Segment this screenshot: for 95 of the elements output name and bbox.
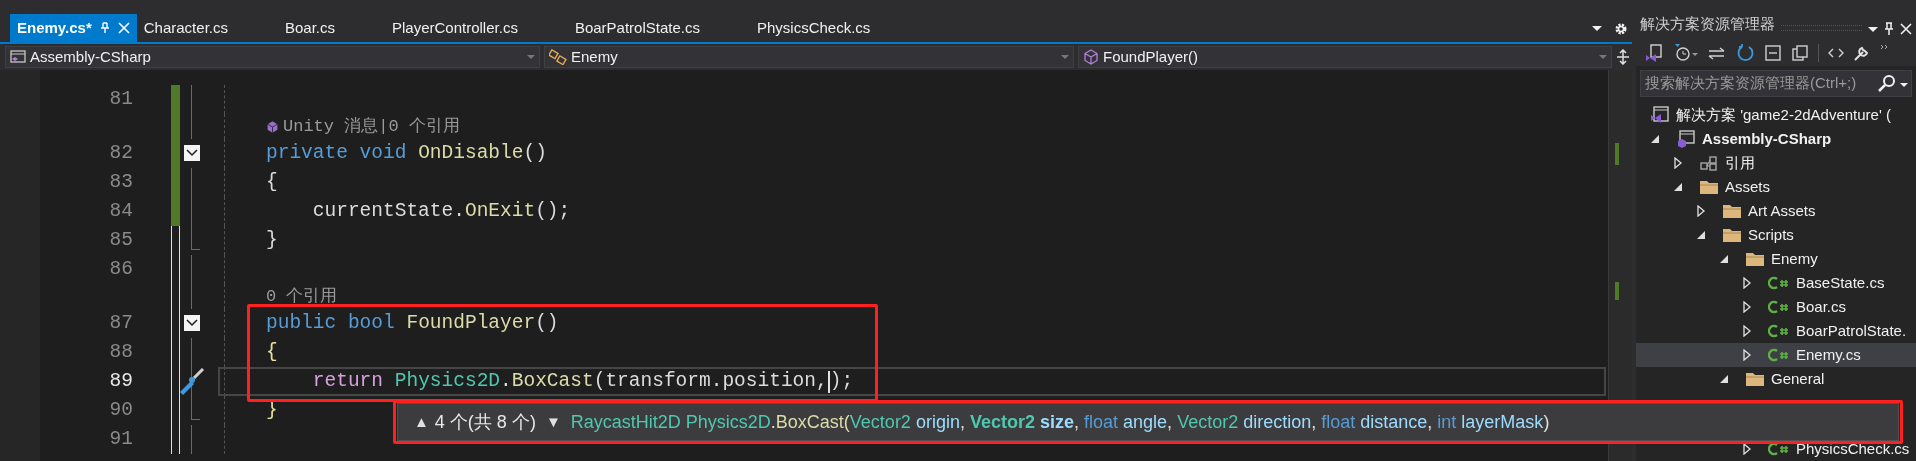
collapse-all-icon[interactable] xyxy=(1764,43,1782,64)
copy-icon[interactable] xyxy=(1791,43,1809,64)
editor-tab[interactable]: PlayerController.cs xyxy=(385,14,568,42)
editor-tab[interactable]: Boar.cs xyxy=(277,14,385,42)
member-name: FoundPlayer() xyxy=(1103,46,1200,67)
dropdown-arrow-icon xyxy=(1061,54,1069,60)
line-number: 84 xyxy=(108,199,133,224)
line-number: 82 xyxy=(108,141,133,166)
codelens-text[interactable]: 0 个引用 xyxy=(266,283,338,310)
line-number: 85 xyxy=(108,228,133,253)
code-line: { xyxy=(266,339,278,365)
folder-icon xyxy=(1745,370,1765,388)
tree-item[interactable]: Enemy.cs xyxy=(1636,343,1916,367)
panel-title: 解决方案资源管理器 xyxy=(1640,14,1775,35)
method-signature: RaycastHit2D Physics2D.BoxCast(Vector2 origin, Vector2 size, float angle, Vector2 direction, float distance, int layerMask) xyxy=(570,410,1550,434)
csharp-file-icon xyxy=(1768,298,1790,316)
collapsed-arrow-icon[interactable] xyxy=(1742,325,1752,337)
history-icon[interactable] xyxy=(1673,43,1699,64)
line-number: 83 xyxy=(108,170,133,195)
code-line: { xyxy=(266,169,278,195)
member-dropdown[interactable]: FoundPlayer() xyxy=(1078,46,1612,68)
project-icon xyxy=(1676,130,1696,148)
tree-item[interactable]: General xyxy=(1636,367,1916,391)
csharp-file-icon xyxy=(1768,322,1790,340)
line-number: 91 xyxy=(108,427,133,452)
pin-icon[interactable] xyxy=(1884,21,1894,36)
project-dropdown[interactable]: Assembly-CSharp xyxy=(5,46,540,68)
tree-item[interactable]: Assets xyxy=(1636,175,1916,199)
class-icon xyxy=(549,49,567,65)
collapsed-arrow-icon[interactable] xyxy=(1742,443,1752,455)
collapsed-arrow-icon[interactable] xyxy=(1673,157,1683,169)
line-number: 90 xyxy=(108,398,133,423)
settings-icon[interactable] xyxy=(1614,22,1628,36)
tree-item[interactable]: Art Assets xyxy=(1636,199,1916,223)
cube-icon xyxy=(1083,49,1099,65)
code-line: currentState.OnExit(); xyxy=(311,198,571,224)
expanded-arrow-icon[interactable] xyxy=(1673,182,1683,192)
refresh-icon[interactable] xyxy=(1735,43,1755,64)
folder-icon xyxy=(1699,178,1719,196)
folder-icon xyxy=(1745,250,1765,268)
collapse-icon[interactable] xyxy=(184,315,200,331)
code-line: } xyxy=(266,227,278,253)
tree-item[interactable]: 解决方案 'game2-2dAdventure' ( xyxy=(1636,103,1916,127)
collapsed-arrow-icon[interactable] xyxy=(1696,205,1706,217)
tree-item[interactable]: 引用 xyxy=(1636,151,1916,175)
expanded-arrow-icon[interactable] xyxy=(1650,134,1660,144)
change-mark xyxy=(1615,143,1619,165)
tree-item[interactable]: PhysicsCheck.cs xyxy=(1636,437,1916,461)
solution-icon xyxy=(1650,106,1670,124)
line-number: 86 xyxy=(108,257,133,282)
editor-tab[interactable]: PhysicsCheck.cs xyxy=(749,14,921,42)
tree-item[interactable]: Scripts xyxy=(1636,223,1916,247)
tree-item[interactable]: Boar.cs xyxy=(1636,295,1916,319)
split-icon[interactable] xyxy=(1616,49,1630,65)
editor-tab[interactable]: Character.cs xyxy=(136,14,278,42)
expanded-arrow-icon[interactable] xyxy=(1696,230,1706,240)
change-mark xyxy=(1615,282,1619,300)
next-overload-arrow[interactable]: ▼ xyxy=(545,410,561,434)
line-number: 89 xyxy=(108,369,133,394)
cube-icon xyxy=(266,119,279,134)
search-field[interactable]: 搜索解决方案资源管理器(Ctrl+;) xyxy=(1640,70,1912,97)
search-icon[interactable] xyxy=(1877,73,1897,94)
csharp-file-icon xyxy=(1768,346,1790,364)
folder-icon xyxy=(1722,202,1742,220)
editor-tab[interactable]: BoarPatrolState.cs xyxy=(567,14,750,42)
codelens-text[interactable]: Unity 消息|0 个引用 xyxy=(283,113,460,140)
references-icon xyxy=(1699,154,1719,172)
collapsed-arrow-icon[interactable] xyxy=(1742,349,1752,361)
line-number: 87 xyxy=(108,311,133,336)
collapsed-arrow-icon[interactable] xyxy=(1742,277,1752,289)
tree-item[interactable]: BaseState.cs xyxy=(1636,271,1916,295)
folder-icon xyxy=(1722,226,1742,244)
collapsed-arrow-icon[interactable] xyxy=(1742,301,1752,313)
project-icon xyxy=(10,49,26,65)
code-line: private void OnDisable() xyxy=(266,140,547,166)
dropdown-arrow-icon xyxy=(527,54,535,60)
type-name: Enemy xyxy=(571,46,619,67)
code-line: return Physics2D.BoxCast(transform.position,); xyxy=(311,368,854,395)
close-icon[interactable] xyxy=(1900,21,1912,36)
type-dropdown[interactable]: Enemy xyxy=(544,46,1074,68)
dropdown-arrow-icon xyxy=(1599,54,1607,60)
tree-item[interactable]: Assembly-CSharp xyxy=(1636,127,1916,151)
tree-item[interactable]: Enemy xyxy=(1636,247,1916,271)
dropdown-arrow-icon[interactable] xyxy=(1592,26,1602,32)
project-name: Assembly-CSharp xyxy=(30,46,152,67)
expanded-arrow-icon[interactable] xyxy=(1719,254,1729,264)
code-line: public bool FoundPlayer() xyxy=(266,310,559,336)
overload-counter: 4 个(共 8 个) xyxy=(434,410,536,434)
tree-item[interactable]: BoarPatrolState. xyxy=(1636,319,1916,343)
line-number: 88 xyxy=(108,340,133,365)
line-number: 81 xyxy=(108,87,133,112)
csharp-file-icon xyxy=(1768,274,1790,292)
collapse-icon[interactable] xyxy=(184,145,200,161)
previous-overload-arrow[interactable]: ▲ xyxy=(414,410,429,434)
expanded-arrow-icon[interactable] xyxy=(1719,374,1729,384)
